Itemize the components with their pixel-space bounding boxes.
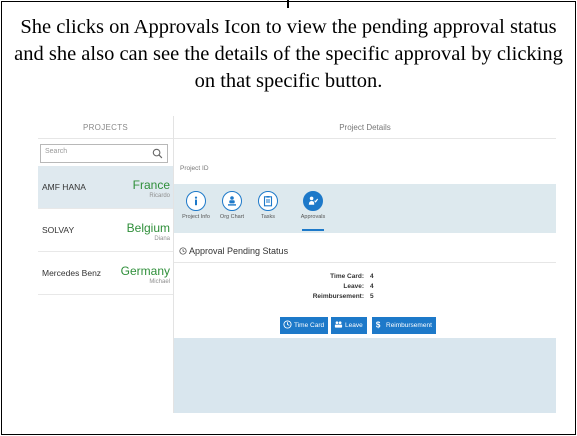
reimbursement-icon: $ — [376, 321, 381, 330]
tab-label: Approvals — [300, 214, 326, 220]
reimbursement-button[interactable]: $ Reimbursement — [372, 317, 436, 334]
project-manager: Michael — [149, 279, 170, 285]
project-details-panel: Project Details Project ID Project Info … — [174, 116, 556, 413]
projects-panel: PROJECTS Search AMF HANA France Ricardo … — [38, 116, 173, 413]
project-name: Mercedes Benz — [42, 268, 102, 278]
tab-approvals[interactable]: Approvals — [293, 191, 333, 220]
stat-label: Reimbursement: — [312, 293, 364, 300]
search-field[interactable]: Search — [40, 144, 168, 163]
time-card-button[interactable]: Time Card — [280, 317, 329, 334]
approval-status-title: Approval Pending Status — [189, 246, 289, 256]
stat-value: 5 — [370, 293, 374, 300]
project-id-label: Project ID — [180, 165, 209, 172]
info-icon[interactable] — [186, 191, 206, 211]
project-name: SOLVAY — [42, 225, 75, 235]
project-country: Belgium — [126, 221, 170, 235]
tab-project-info[interactable]: Project Info — [176, 191, 216, 220]
details-tab-bar: Project Info Org Chart Tasks Approvals — [174, 184, 556, 233]
search-input[interactable]: Search — [45, 148, 67, 155]
leave-icon — [334, 321, 343, 328]
project-list-item[interactable]: Mercedes Benz Germany Michael — [38, 252, 173, 295]
details-header: Project Details — [174, 116, 556, 139]
approval-button-bar: Time Card Leave $ Reimbursement — [174, 313, 556, 337]
project-list-item[interactable]: AMF HANA France Ricardo — [38, 166, 173, 209]
tab-label: Project Info — [182, 214, 210, 220]
details-footer-area — [174, 338, 556, 413]
svg-text:$: $ — [376, 321, 381, 329]
project-manager: Ricardo — [149, 193, 170, 199]
project-manager: Diana — [154, 236, 170, 242]
clock-icon — [179, 247, 187, 255]
tab-label: Org Chart — [219, 214, 245, 220]
stat-label: Leave: — [343, 283, 364, 290]
search-icon[interactable] — [152, 148, 163, 159]
project-name: AMF HANA — [42, 182, 86, 192]
divider — [174, 262, 556, 263]
stat-value: 4 — [370, 273, 374, 280]
timecard-icon — [283, 320, 292, 329]
projects-header: PROJECTS — [38, 116, 173, 139]
caption-text: She clicks on Approvals Icon to view the… — [14, 16, 563, 92]
button-label: Reimbursement — [386, 322, 432, 329]
button-label: Leave — [345, 322, 363, 329]
org-chart-icon[interactable] — [222, 191, 242, 211]
active-tab-indicator — [302, 229, 324, 231]
tab-org-chart[interactable]: Org Chart — [212, 191, 252, 220]
connector-tick — [287, 0, 289, 8]
tab-tasks[interactable]: Tasks — [248, 191, 288, 220]
stat-value: 4 — [370, 283, 374, 290]
button-label: Time Card — [294, 322, 325, 329]
leave-button[interactable]: Leave — [331, 317, 367, 334]
tab-label: Tasks — [260, 214, 276, 220]
approvals-icon[interactable] — [303, 191, 323, 211]
project-country: France — [132, 178, 170, 192]
project-list-item[interactable]: SOLVAY Belgium Diana — [38, 209, 173, 252]
stat-label: Time Card: — [330, 273, 364, 280]
project-country: Germany — [120, 264, 170, 278]
tasks-icon[interactable] — [258, 191, 278, 211]
app-screenshot: PROJECTS Search AMF HANA France Ricardo … — [38, 116, 556, 413]
approval-status-heading: Approval Pending Status — [179, 246, 288, 256]
